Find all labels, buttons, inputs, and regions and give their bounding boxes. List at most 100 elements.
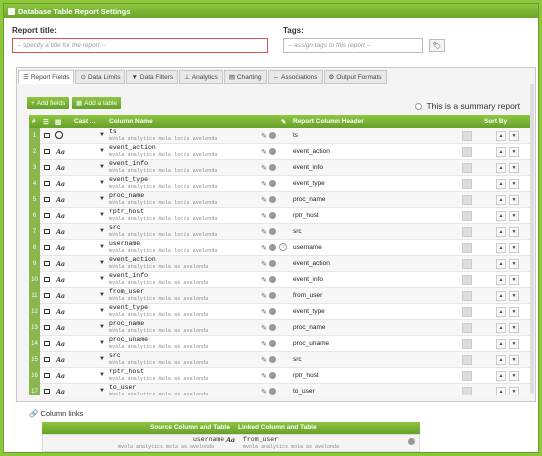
- report-column-header[interactable]: event_info: [293, 164, 323, 171]
- link-edit-icon[interactable]: ✎: [261, 180, 267, 188]
- move-down-icon[interactable]: ▼: [509, 211, 519, 221]
- row-menu-icon[interactable]: [44, 325, 50, 330]
- move-up-icon[interactable]: ▲: [496, 259, 506, 269]
- move-down-icon[interactable]: ▼: [509, 179, 519, 189]
- move-down-icon[interactable]: ▼: [509, 163, 519, 173]
- cast-dropdown-icon[interactable]: ▼: [99, 196, 105, 202]
- settings-icon[interactable]: [269, 276, 276, 283]
- table-row[interactable]: 7 Aa ▼ src mvola analytics mola locis avelon…: [29, 224, 534, 240]
- row-menu-icon[interactable]: [44, 197, 50, 202]
- sort-toggle[interactable]: [462, 339, 472, 349]
- table-row[interactable]: 8 Aa ▼ username mvola analytics mola locis a…: [29, 240, 534, 256]
- tab-data-filters[interactable]: ▼ Data Filters: [126, 70, 179, 84]
- tags-input[interactable]: -- assign tags to this report --: [283, 38, 423, 53]
- table-row[interactable]: 4 Aa ▼ event_type mvola analytics mola locis…: [29, 176, 534, 192]
- cast-dropdown-icon[interactable]: ▼: [99, 324, 105, 330]
- link-edit-icon[interactable]: ✎: [261, 212, 267, 220]
- move-up-icon[interactable]: ▲: [496, 275, 506, 285]
- move-down-icon[interactable]: ▼: [509, 147, 519, 157]
- move-up-icon[interactable]: ▲: [496, 211, 506, 221]
- row-menu-icon[interactable]: [44, 341, 50, 346]
- sort-toggle[interactable]: [462, 195, 472, 205]
- settings-icon[interactable]: [269, 228, 276, 235]
- settings-icon[interactable]: [269, 196, 276, 203]
- move-up-icon[interactable]: ▲: [496, 243, 506, 253]
- settings-icon[interactable]: [269, 148, 276, 155]
- settings-icon[interactable]: [269, 340, 276, 347]
- link-edit-icon[interactable]: ✎: [261, 292, 267, 300]
- move-down-icon[interactable]: ▼: [509, 323, 519, 333]
- move-up-icon[interactable]: ▲: [496, 179, 506, 189]
- settings-icon[interactable]: [269, 292, 276, 299]
- tab-analytics[interactable]: ⊥ Analytics: [179, 70, 223, 84]
- table-row[interactable]: 16 Aa ▼ rptr_host mvola analytics mola as av…: [29, 368, 534, 384]
- report-column-header[interactable]: src: [293, 356, 302, 363]
- report-column-header[interactable]: rptr_host: [293, 372, 319, 379]
- link-edit-icon[interactable]: ✎: [261, 244, 267, 252]
- move-down-icon[interactable]: ▼: [509, 387, 519, 395]
- row-menu-icon[interactable]: [44, 373, 50, 378]
- cast-dropdown-icon[interactable]: ▼: [99, 260, 105, 266]
- sort-toggle[interactable]: [462, 147, 472, 157]
- move-down-icon[interactable]: ▼: [509, 227, 519, 237]
- cast-dropdown-icon[interactable]: ▼: [99, 276, 105, 282]
- sort-toggle[interactable]: [462, 323, 472, 333]
- settings-icon[interactable]: [269, 356, 276, 363]
- sort-toggle[interactable]: [462, 291, 472, 301]
- settings-icon[interactable]: [269, 180, 276, 187]
- link-row[interactable]: username Aa from_user mvola analytics mo…: [42, 434, 420, 452]
- row-menu-icon[interactable]: [44, 229, 50, 234]
- settings-icon[interactable]: [269, 132, 276, 139]
- link-edit-icon[interactable]: ✎: [261, 228, 267, 236]
- tab-charting[interactable]: ▤ Charting: [223, 70, 267, 84]
- link-edit-icon[interactable]: ✎: [261, 356, 267, 364]
- settings-icon[interactable]: [269, 324, 276, 331]
- cast-dropdown-icon[interactable]: ▼: [99, 228, 105, 234]
- report-column-header[interactable]: event_type: [293, 180, 325, 187]
- row-menu-icon[interactable]: [44, 213, 50, 218]
- move-down-icon[interactable]: ▼: [509, 339, 519, 349]
- sort-toggle[interactable]: [462, 307, 472, 317]
- table-row[interactable]: 6 Aa ▼ rptr_host mvola analytics mola locis …: [29, 208, 534, 224]
- move-down-icon[interactable]: ▼: [509, 275, 519, 285]
- link-edit-icon[interactable]: ✎: [261, 308, 267, 316]
- report-column-header[interactable]: proc_name: [293, 324, 326, 331]
- move-up-icon[interactable]: ▲: [496, 371, 506, 381]
- header-column-name[interactable]: Column Name: [109, 118, 153, 125]
- report-column-header[interactable]: ts: [293, 132, 298, 139]
- cast-dropdown-icon[interactable]: ▼: [99, 212, 105, 218]
- report-column-header[interactable]: to_user: [293, 388, 315, 395]
- settings-icon[interactable]: [269, 164, 276, 171]
- table-row[interactable]: 1 ▼ ts mvola analytics mola locis avelonda ✎…: [29, 128, 534, 144]
- move-down-icon[interactable]: ▼: [509, 291, 519, 301]
- link-edit-icon[interactable]: ✎: [261, 324, 267, 332]
- cast-dropdown-icon[interactable]: ▼: [99, 308, 105, 314]
- move-down-icon[interactable]: ▼: [509, 307, 519, 317]
- cast-dropdown-icon[interactable]: ▼: [99, 132, 105, 138]
- row-menu-icon[interactable]: [44, 293, 50, 298]
- move-up-icon[interactable]: ▲: [496, 131, 506, 141]
- tab-report-fields[interactable]: ☰ Report Fields: [18, 70, 75, 84]
- summary-report-option[interactable]: This is a summary report: [415, 101, 520, 111]
- link-edit-icon[interactable]: ✎: [261, 260, 267, 268]
- summary-radio[interactable]: [415, 102, 423, 110]
- move-up-icon[interactable]: ▲: [496, 355, 506, 365]
- table-row[interactable]: 15 Aa ▼ src mvola analytics mola as avelonda…: [29, 352, 534, 368]
- cast-dropdown-icon[interactable]: ▼: [99, 356, 105, 362]
- row-menu-icon[interactable]: [44, 357, 50, 362]
- report-column-header[interactable]: event_type: [293, 308, 325, 315]
- move-up-icon[interactable]: ▲: [496, 387, 506, 395]
- link-edit-icon[interactable]: ✎: [261, 388, 267, 395]
- row-menu-icon[interactable]: [44, 181, 50, 186]
- report-title-input[interactable]: -- specify a title for the report --: [12, 38, 268, 53]
- report-column-header[interactable]: event_action: [293, 260, 330, 267]
- sort-toggle[interactable]: [462, 355, 472, 365]
- move-up-icon[interactable]: ▲: [496, 195, 506, 205]
- sort-toggle[interactable]: [462, 211, 472, 221]
- report-column-header[interactable]: proc_name: [293, 196, 326, 203]
- cast-dropdown-icon[interactable]: ▼: [99, 244, 105, 250]
- tab-output-formats[interactable]: ⚙ Output Formats: [323, 70, 387, 84]
- sort-toggle[interactable]: [462, 243, 472, 253]
- cast-dropdown-icon[interactable]: ▼: [99, 388, 105, 394]
- sort-toggle[interactable]: [462, 259, 472, 269]
